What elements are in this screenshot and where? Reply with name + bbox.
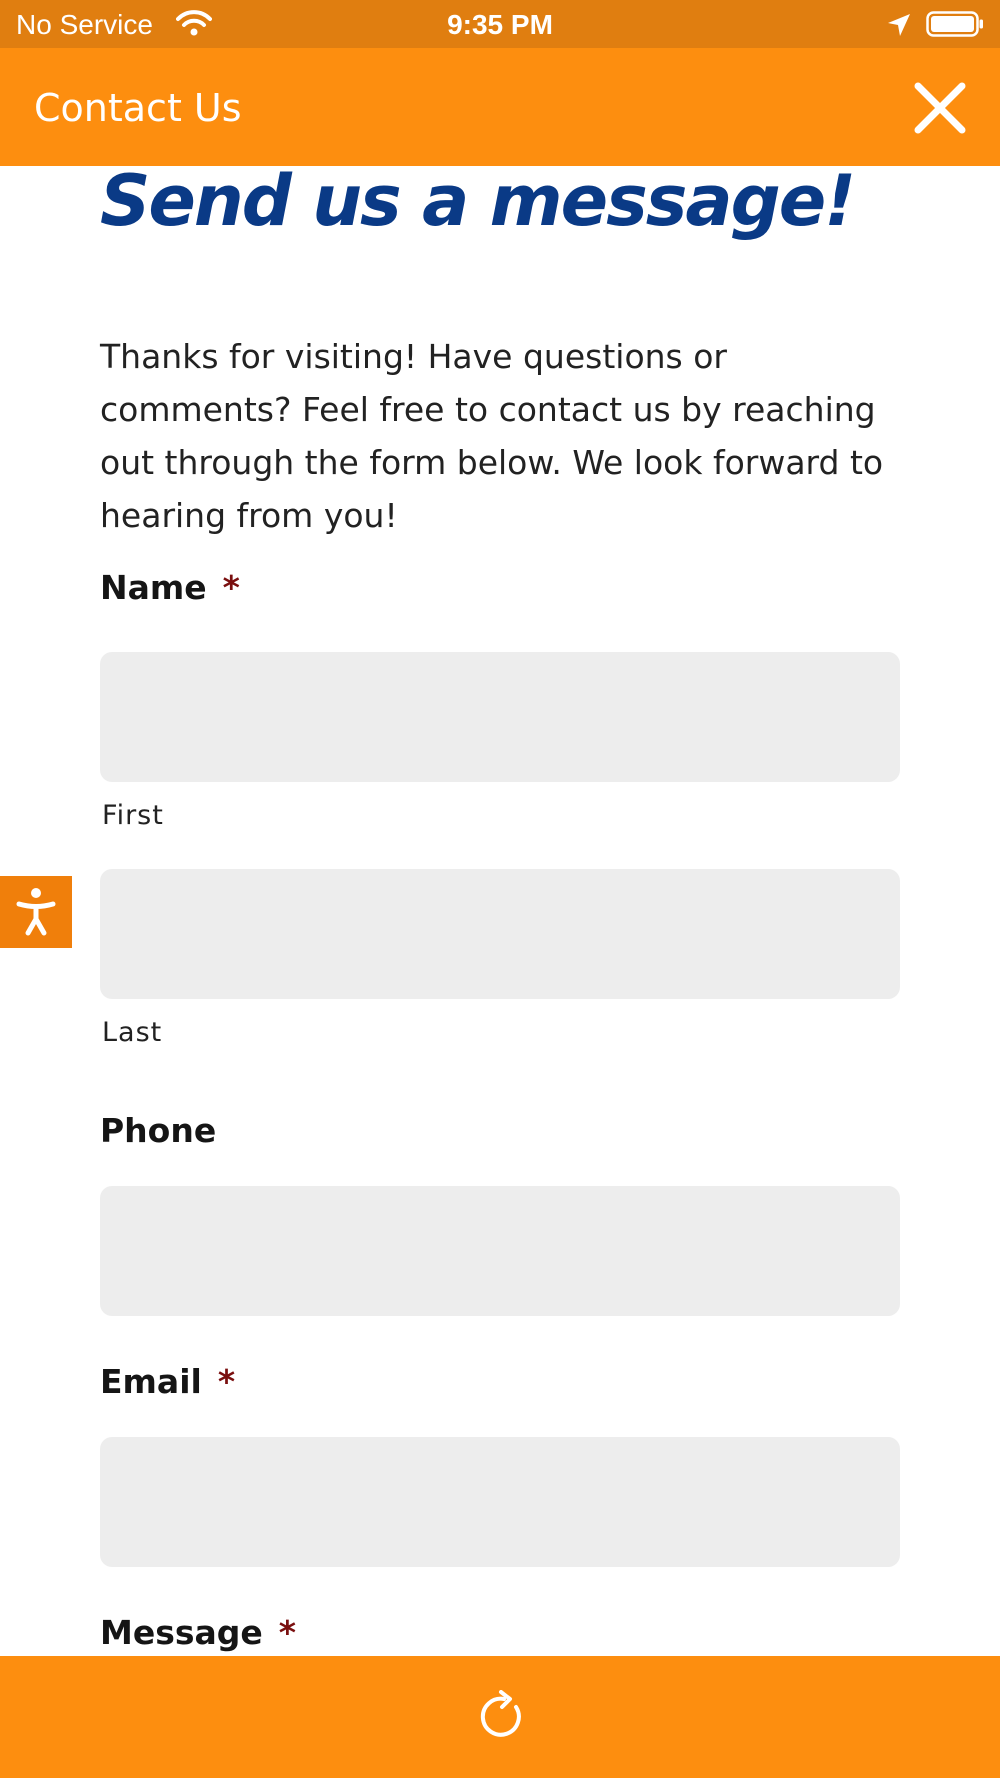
message-label: Message * <box>100 1613 296 1652</box>
required-marker: * <box>217 1362 236 1401</box>
first-name-field[interactable] <box>100 652 900 782</box>
intro-text: Thanks for visiting! Have questions or c… <box>100 337 884 535</box>
contact-form-page: Send us a message! Thanks for visiting! … <box>0 166 1000 1656</box>
name-label-text: Name <box>100 568 207 607</box>
email-label-text: Email <box>100 1362 202 1401</box>
bottom-bar <box>0 1656 1000 1778</box>
name-label: Name * <box>100 568 240 607</box>
phone-label: Phone <box>100 1111 216 1150</box>
status-bar: No Service 9:35 PM <box>0 0 1000 48</box>
phone-label-text: Phone <box>100 1111 217 1150</box>
last-name-sublabel: Last <box>102 1017 163 1048</box>
phone-field[interactable] <box>100 1186 900 1316</box>
nav-title: Contact Us <box>34 86 242 130</box>
status-time: 9:35 PM <box>447 9 553 40</box>
refresh-icon[interactable] <box>474 1690 526 1742</box>
required-marker: * <box>222 568 240 607</box>
email-label: Email * <box>100 1362 235 1401</box>
accessibility-button[interactable] <box>0 876 72 948</box>
email-field[interactable] <box>100 1437 900 1567</box>
first-name-sublabel: First <box>102 800 164 831</box>
page-heading: Send us a message! <box>100 166 856 242</box>
location-arrow-icon <box>888 14 910 36</box>
required-marker: * <box>278 1613 297 1652</box>
close-icon[interactable] <box>914 82 966 134</box>
message-label-text: Message <box>100 1613 263 1652</box>
accessibility-person-icon <box>16 888 56 936</box>
nav-bar: Contact Us <box>0 48 1000 166</box>
last-name-field[interactable] <box>100 869 900 999</box>
battery-icon <box>926 11 983 37</box>
